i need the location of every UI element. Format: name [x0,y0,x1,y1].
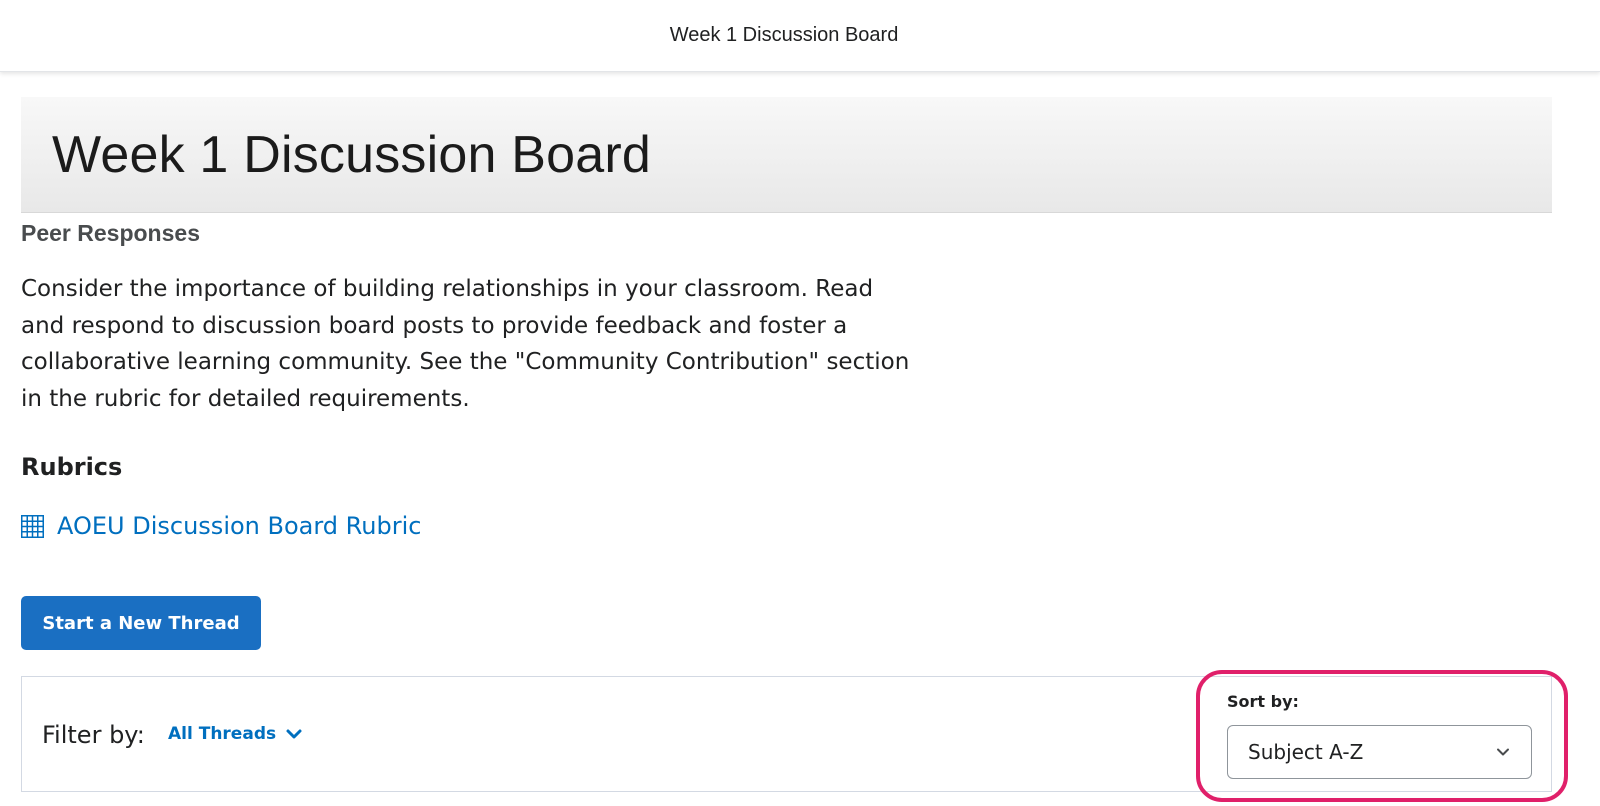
section-heading: Peer Responses [21,220,200,246]
discussion-description: Consider the importance of building rela… [21,276,910,412]
sort-select[interactable]: Subject A-Z [1227,725,1532,779]
page-banner: Week 1 Discussion Board [21,97,1552,213]
start-new-thread-button[interactable]: Start a New Thread [21,596,261,650]
topbar-title: Week 1 Discussion Board [669,24,899,46]
top-bar: Week 1 Discussion Board [0,0,1600,72]
page-title: Week 1 Discussion Board [52,126,652,184]
chevron-down-icon [286,729,302,739]
sort-selected-value: Subject A-Z [1248,740,1364,764]
sort-label: Sort by: [1227,692,1299,711]
filter-label: Filter by: [42,721,145,749]
rubric-link-label: AOEU Discussion Board Rubric [57,512,422,540]
rubric-link[interactable]: AOEU Discussion Board Rubric [21,512,421,540]
filter-dropdown[interactable]: All Threads [168,724,303,744]
rubrics-heading: Rubrics [21,453,123,481]
filter-selected-value: All Threads [168,724,277,744]
chevron-down-icon [1497,748,1509,756]
grid-icon [21,514,44,538]
